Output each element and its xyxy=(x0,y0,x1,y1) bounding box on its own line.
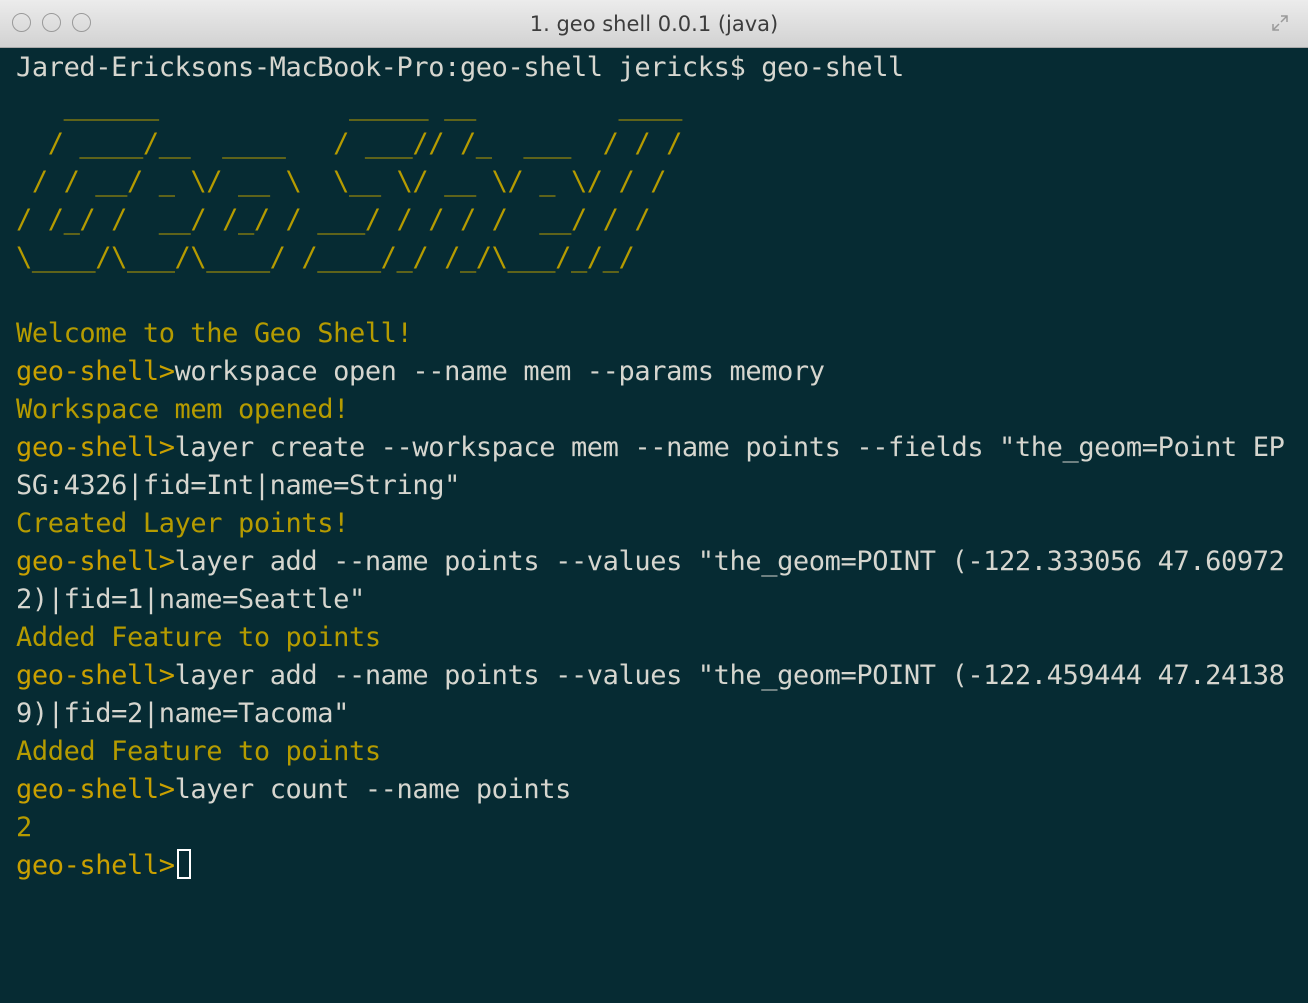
command-line: geo-shell>layer count --name points xyxy=(16,771,1302,809)
command-continuation: 2)|fid=1|name=Seattle" xyxy=(16,584,365,615)
command-output: Workspace mem opened! xyxy=(16,394,349,425)
command-text: layer add --name points --values "the_ge… xyxy=(174,660,1285,691)
prompt-label: geo-shell> xyxy=(16,356,175,387)
command-output: Created Layer points! xyxy=(16,508,349,539)
banner-line-5: \____/\___/\____/ /____/_/ /_/\___/_/_/ xyxy=(16,242,682,273)
active-prompt-line[interactable]: geo-shell> xyxy=(16,847,1302,885)
banner-line-4: / /_/ / __/ /_/ / ___/ / / / / __/ / / xyxy=(16,204,682,235)
prompt-label: geo-shell> xyxy=(16,850,175,881)
command-output: Added Feature to points xyxy=(16,622,381,653)
banner-line-6 xyxy=(16,277,1302,315)
command-continuation: SG:4326|fid=Int|name=String" xyxy=(16,470,460,501)
welcome-message: Welcome to the Geo Shell! xyxy=(16,318,413,349)
command-text: workspace open --name mem --params memor… xyxy=(174,356,825,387)
command-text: layer count --name points xyxy=(174,774,572,805)
banner-line-1: ______ _____ __ ____ xyxy=(16,90,683,121)
command-continuation: 9)|fid=2|name=Tacoma" xyxy=(16,698,349,729)
terminal-window: 1. geo shell 0.0.1 (java) Jared-Erickson… xyxy=(0,0,1308,1003)
prompt-label: geo-shell> xyxy=(16,432,175,463)
prompt-label: geo-shell> xyxy=(16,546,175,577)
window-title: 1. geo shell 0.0.1 (java) xyxy=(529,12,779,36)
title-bar[interactable]: 1. geo shell 0.0.1 (java) xyxy=(0,0,1308,48)
command-output: Added Feature to points xyxy=(16,736,381,767)
prompt-label: geo-shell> xyxy=(16,660,175,691)
command-text: layer add --name points --values "the_ge… xyxy=(174,546,1285,577)
terminal-output[interactable]: Jared-Ericksons-MacBook-Pro:geo-shell je… xyxy=(16,49,1302,999)
command-line: geo-shell>layer add --name points --valu… xyxy=(16,543,1302,581)
command-line: geo-shell>workspace open --name mem --pa… xyxy=(16,353,1302,391)
banner-line-3: / / __/ _ \/ __ \ \__ \/ __ \/ _ \/ / / xyxy=(16,166,682,197)
command-line: geo-shell>layer add --name points --valu… xyxy=(16,657,1302,695)
shell-command-line: Jared-Ericksons-MacBook-Pro:geo-shell je… xyxy=(16,52,904,83)
fullscreen-icon[interactable] xyxy=(1270,13,1290,33)
command-line: geo-shell>layer create --workspace mem -… xyxy=(16,429,1302,467)
prompt-label: geo-shell> xyxy=(16,774,175,805)
command-output: 2 xyxy=(16,812,32,843)
banner-line-2: / ____/__ ____ / ___// /_ ___ / / / xyxy=(16,128,683,159)
command-text: layer create --workspace mem --name poin… xyxy=(174,432,1285,463)
text-cursor[interactable] xyxy=(176,849,191,879)
